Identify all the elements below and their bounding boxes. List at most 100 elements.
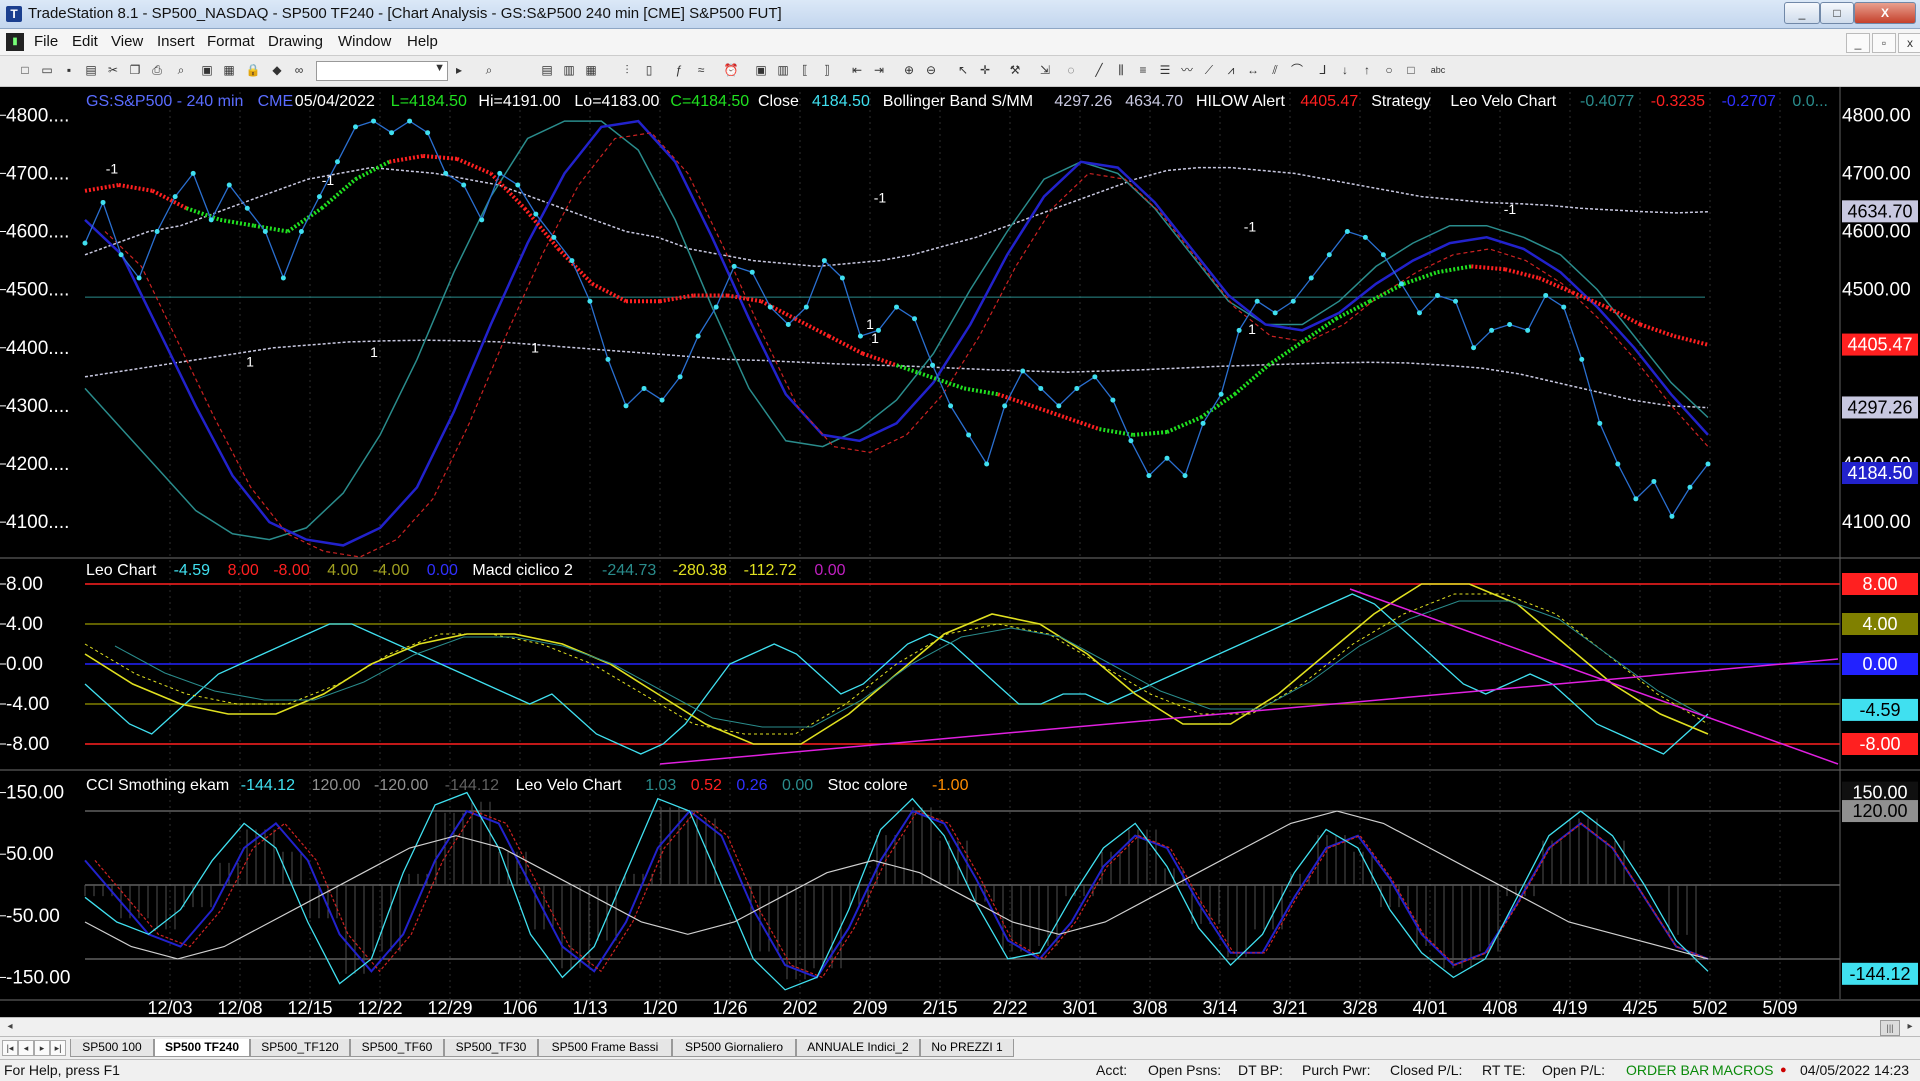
channel-icon[interactable]: ⫽ bbox=[1266, 61, 1284, 79]
y-axis-label: 4400.... bbox=[6, 338, 69, 359]
zoom-in-icon[interactable]: ⊕ bbox=[900, 61, 918, 79]
rectangle-icon[interactable]: □ bbox=[1402, 61, 1420, 79]
new-icon[interactable]: □ bbox=[16, 61, 34, 79]
order-bar-button[interactable]: ORDER BAR bbox=[1626, 1062, 1709, 1078]
workspace-icon[interactable]: ▤ bbox=[82, 61, 100, 79]
menu-drawing[interactable]: Drawing bbox=[268, 33, 323, 50]
price-marker-label: 4184.50 bbox=[1847, 463, 1912, 483]
ellipse-icon[interactable]: ○ bbox=[1380, 61, 1398, 79]
mdi-close-button[interactable]: x bbox=[1898, 33, 1920, 53]
order-icon[interactable]: ▣ bbox=[752, 61, 770, 79]
tab-sp500-tf240[interactable]: SP500 TF240 bbox=[154, 1039, 250, 1057]
eraser-icon[interactable]: ◌ bbox=[1062, 61, 1080, 79]
scroll-left-icon[interactable]: ⇤ bbox=[848, 61, 866, 79]
scroll-right-icon[interactable]: ⇥ bbox=[870, 61, 888, 79]
hilow-trail-segment bbox=[1267, 340, 1304, 367]
tools-icon[interactable]: ⚒ bbox=[1006, 61, 1024, 79]
horizontal-scrollbar[interactable]: ◂ ||| ▸ bbox=[0, 1017, 1920, 1036]
go-icon[interactable]: ▸ bbox=[450, 61, 468, 79]
price-point bbox=[1525, 327, 1531, 333]
maximize-button[interactable]: □ bbox=[1820, 2, 1854, 24]
menu-window[interactable]: Window bbox=[338, 33, 391, 50]
hilow-trail-segment bbox=[219, 217, 255, 228]
bracket-alt-icon[interactable]: ⟧ bbox=[818, 61, 836, 79]
candle-icon[interactable]: ▯ bbox=[640, 61, 658, 79]
menu-format[interactable]: Format bbox=[207, 33, 255, 50]
mdi-restore-button[interactable]: ▫ bbox=[1872, 33, 1896, 53]
tab-next-icon[interactable]: ▸ bbox=[34, 1040, 50, 1056]
tab-prev-icon[interactable]: ◂ bbox=[18, 1040, 34, 1056]
menu-view[interactable]: View bbox=[111, 33, 143, 50]
mdi-minimize-button[interactable]: _ bbox=[1846, 33, 1870, 53]
menu-insert[interactable]: Insert bbox=[157, 33, 195, 50]
print-preview-icon[interactable]: ⌕ bbox=[172, 61, 190, 79]
chart-analysis-window[interactable]: 12/03 12/08 12/15 12/22 12/29 1/06 1/13 1/20 1/2… bbox=[0, 87, 1920, 1018]
price-point bbox=[497, 170, 503, 176]
close-button[interactable]: X bbox=[1854, 2, 1916, 24]
arrow-up-icon[interactable]: ↑ bbox=[1358, 61, 1376, 79]
fib-ext-icon[interactable]: ☰ bbox=[1156, 61, 1174, 79]
snap-icon[interactable]: ⇲ bbox=[1036, 61, 1054, 79]
tab-annuale-indici-2[interactable]: ANNUALE Indici_2 bbox=[796, 1039, 920, 1057]
crosshair-icon[interactable]: ✛ bbox=[976, 61, 994, 79]
menu-bar: ▮ File Edit View Insert Format Drawing W… bbox=[0, 29, 1920, 56]
chart-icon[interactable]: ▤ bbox=[538, 61, 556, 79]
tile-icon[interactable]: ▦ bbox=[220, 61, 238, 79]
find-icon[interactable]: ⌕ bbox=[480, 61, 498, 79]
fib-icon[interactable]: ≡ bbox=[1134, 61, 1152, 79]
zoom-out-icon[interactable]: ⊖ bbox=[922, 61, 940, 79]
leo-marker-label: -4.59 bbox=[1859, 700, 1900, 720]
price-point bbox=[1471, 345, 1477, 351]
tab-sp500-100[interactable]: SP500 100 bbox=[70, 1039, 154, 1057]
chart-canvas[interactable]: 12/03 12/08 12/15 12/22 12/29 1/06 1/13 1/20 1/2… bbox=[0, 87, 1920, 1018]
tab-no-prezzi-1[interactable]: No PREZZI 1 bbox=[920, 1039, 1014, 1057]
matrix-icon[interactable]: ▥ bbox=[560, 61, 578, 79]
regression-icon[interactable]: 〰 bbox=[1178, 61, 1196, 79]
bracket-icon[interactable]: ⟦ bbox=[796, 61, 814, 79]
cut-icon[interactable]: ✂ bbox=[104, 61, 122, 79]
horizontal-line-icon[interactable]: ↔ bbox=[1244, 61, 1262, 79]
indicator-icon[interactable]: ƒ bbox=[670, 61, 688, 79]
minimize-button[interactable]: _ bbox=[1784, 2, 1820, 24]
scroll-thumb[interactable]: ||| bbox=[1880, 1020, 1900, 1036]
palette-icon[interactable]: ◆ bbox=[268, 61, 286, 79]
speed-line-icon[interactable]: ⟋ bbox=[1200, 61, 1218, 79]
tab-first-icon[interactable]: |◂ bbox=[2, 1040, 18, 1056]
tab-last-icon[interactable]: ▸| bbox=[50, 1040, 66, 1056]
tab-sp500-tf60[interactable]: SP500_TF60 bbox=[350, 1039, 444, 1057]
tab-sp500-giornaliero[interactable]: SP500 Giornaliero bbox=[672, 1039, 796, 1057]
chart-window-icon[interactable]: ▮ bbox=[6, 33, 24, 51]
andrews-icon[interactable]: ⩘ bbox=[1222, 61, 1240, 79]
bar-chart-icon[interactable]: ⫶ bbox=[618, 61, 636, 79]
ticks-icon[interactable]: ▥ bbox=[774, 61, 792, 79]
trendline-icon[interactable]: ╱ bbox=[1090, 61, 1108, 79]
tab-sp500-tf30[interactable]: SP500_TF30 bbox=[444, 1039, 538, 1057]
scroll-right-arrow-icon[interactable]: ▸ bbox=[1902, 1019, 1918, 1035]
menu-file[interactable]: File bbox=[34, 33, 58, 50]
menu-edit[interactable]: Edit bbox=[72, 33, 98, 50]
symbol-combo[interactable]: ▼ bbox=[316, 61, 448, 81]
open-icon[interactable]: ▭ bbox=[38, 61, 56, 79]
pointer-icon[interactable]: ↖ bbox=[954, 61, 972, 79]
arc-icon[interactable]: ⌒ bbox=[1288, 61, 1306, 79]
macros-button[interactable]: MACROS bbox=[1712, 1062, 1773, 1078]
strategy-icon[interactable]: ≈ bbox=[692, 61, 710, 79]
copy-icon[interactable]: ❐ bbox=[126, 61, 144, 79]
save-icon[interactable]: ▪ bbox=[60, 61, 78, 79]
radar-icon[interactable]: ▦ bbox=[582, 61, 600, 79]
price-point bbox=[1326, 252, 1332, 258]
menu-help[interactable]: Help bbox=[407, 33, 438, 50]
arrow-down-icon[interactable]: ↓ bbox=[1336, 61, 1354, 79]
free-line-icon[interactable]: ⅃ bbox=[1314, 61, 1332, 79]
lock-icon[interactable]: 🔒 bbox=[244, 61, 262, 79]
tab-sp500-tf120[interactable]: SP500_TF120 bbox=[250, 1039, 350, 1057]
link-icon[interactable]: ∞ bbox=[290, 61, 308, 79]
text-tool-icon[interactable]: abc bbox=[1426, 61, 1450, 79]
price-point bbox=[677, 374, 683, 380]
print-icon[interactable]: ⎙ bbox=[148, 61, 166, 79]
gann-icon[interactable]: ⫼ bbox=[1112, 61, 1130, 79]
alarm-icon[interactable]: ⏰ bbox=[722, 61, 740, 79]
tab-sp500-frame-bassi[interactable]: SP500 Frame Bassi bbox=[538, 1039, 672, 1057]
window-layout-icon[interactable]: ▣ bbox=[198, 61, 216, 79]
scroll-left-arrow-icon[interactable]: ◂ bbox=[2, 1019, 18, 1035]
